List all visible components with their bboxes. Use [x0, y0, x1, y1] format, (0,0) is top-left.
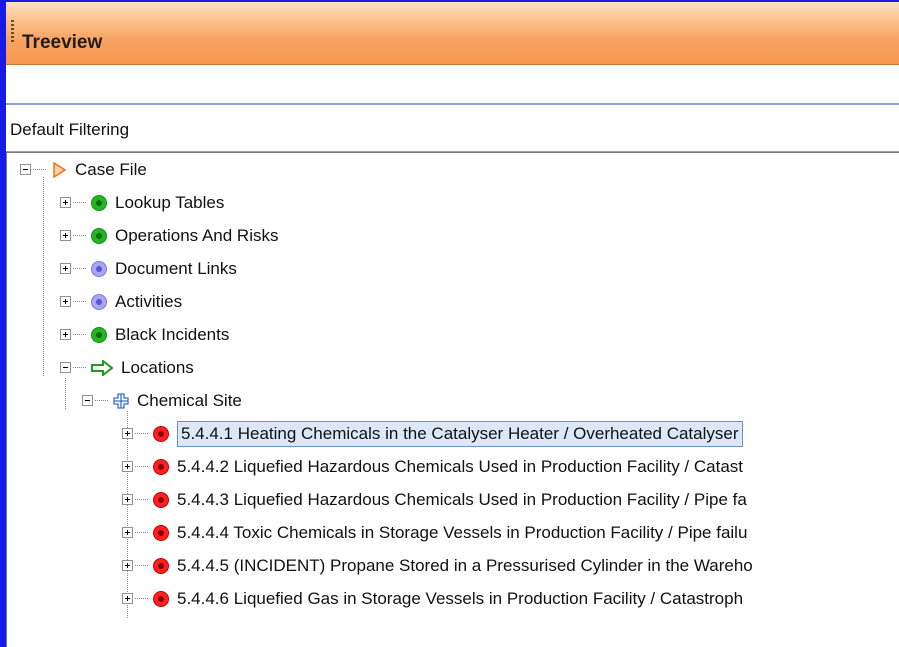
- tree-node-lookup-tables[interactable]: Lookup Tables: [60, 186, 224, 219]
- tree-node-label: Operations And Risks: [115, 225, 279, 245]
- tree-node-chemical-site[interactable]: Chemical Site: [82, 384, 242, 417]
- blue-cross-icon: [113, 392, 129, 409]
- red-dot-icon: [153, 425, 169, 442]
- filter-dropdown[interactable]: Default Filtering: [6, 105, 899, 152]
- green-arrow-icon: [91, 358, 114, 377]
- tree-node-activities[interactable]: Activities: [60, 285, 182, 318]
- blue-dot-icon: [91, 260, 107, 277]
- tree-node-case-file[interactable]: Case File: [20, 153, 147, 186]
- expand-icon[interactable]: [122, 494, 133, 505]
- tree-node-label: 5.4.4.3 Liquefied Hazardous Chemicals Us…: [177, 489, 747, 509]
- tree-node-label: 5.4.4.2 Liquefied Hazardous Chemicals Us…: [177, 456, 744, 476]
- tree-node-label: Case File: [75, 159, 147, 179]
- red-dot-icon: [153, 491, 169, 508]
- tree-node-black-incidents[interactable]: Black Incidents: [60, 318, 229, 351]
- orange-triangle-icon: [51, 161, 67, 178]
- tree-node-risk-item[interactable]: 5.4.4.5 (INCIDENT) Propane Stored in a P…: [122, 549, 753, 582]
- search-input[interactable]: [6, 65, 899, 105]
- collapse-icon[interactable]: [82, 395, 93, 406]
- red-dot-icon: [153, 458, 169, 475]
- red-dot-icon: [153, 590, 169, 607]
- tree-node-risk-item[interactable]: 5.4.4.2 Liquefied Hazardous Chemicals Us…: [122, 450, 743, 483]
- expand-icon[interactable]: [122, 560, 133, 571]
- tree-node-label: Lookup Tables: [115, 192, 225, 212]
- tree-node-label: Black Incidents: [115, 324, 230, 344]
- tree-node-label: 5.4.4.4 Toxic Chemicals in Storage Vesse…: [177, 522, 748, 542]
- tree-node-label: Document Links: [115, 258, 237, 278]
- expand-icon[interactable]: [122, 593, 133, 604]
- tree-node-locations[interactable]: Locations: [60, 351, 194, 384]
- expand-icon[interactable]: [60, 263, 71, 274]
- green-dot-icon: [91, 194, 107, 211]
- tree-node-risk-item[interactable]: 5.4.4.6 Liquefied Gas in Storage Vessels…: [122, 582, 743, 615]
- expand-icon[interactable]: [60, 230, 71, 241]
- collapse-icon[interactable]: [20, 164, 31, 175]
- blue-dot-icon: [91, 293, 107, 310]
- tree-node-risk-item[interactable]: 5.4.4.4 Toxic Chemicals in Storage Vesse…: [122, 516, 747, 549]
- tree-connector: [43, 177, 44, 377]
- expand-icon[interactable]: [122, 527, 133, 538]
- tree-node-risk-item[interactable]: 5.4.4.3 Liquefied Hazardous Chemicals Us…: [122, 483, 747, 516]
- tree-node-operations-and-risks[interactable]: Operations And Risks: [60, 219, 278, 252]
- expand-icon[interactable]: [122, 428, 133, 439]
- tree-node-label: 5.4.4.1 Heating Chemicals in the Catalys…: [177, 420, 743, 447]
- red-dot-icon: [153, 524, 169, 541]
- tree-node-label: 5.4.4.6 Liquefied Gas in Storage Vessels…: [177, 588, 744, 608]
- expand-icon[interactable]: [60, 296, 71, 307]
- green-dot-icon: [91, 326, 107, 343]
- green-dot-icon: [91, 227, 107, 244]
- collapse-icon[interactable]: [60, 362, 71, 373]
- filter-label: Default Filtering: [10, 120, 130, 139]
- panel-titlebar[interactable]: Treeview: [6, 2, 899, 65]
- panel-title: Treeview: [22, 32, 103, 53]
- treeview-panel: Treeview Default Filtering Case File Loo…: [0, 0, 899, 647]
- tree-node-risk-item[interactable]: 5.4.4.1 Heating Chemicals in the Catalys…: [122, 417, 743, 450]
- tree-node-document-links[interactable]: Document Links: [60, 252, 237, 285]
- expand-icon[interactable]: [122, 461, 133, 472]
- expand-icon[interactable]: [60, 197, 71, 208]
- expand-icon[interactable]: [60, 329, 71, 340]
- tree-node-label: Locations: [121, 357, 194, 377]
- tree-node-label: 5.4.4.5 (INCIDENT) Propane Stored in a P…: [177, 555, 753, 575]
- red-dot-icon: [153, 557, 169, 574]
- tree-node-label: Chemical Site: [137, 390, 242, 410]
- tree-view[interactable]: Case File Lookup Tables Operations And R…: [6, 152, 899, 647]
- tree-node-label: Activities: [115, 291, 183, 311]
- drag-grip-icon[interactable]: [11, 20, 14, 44]
